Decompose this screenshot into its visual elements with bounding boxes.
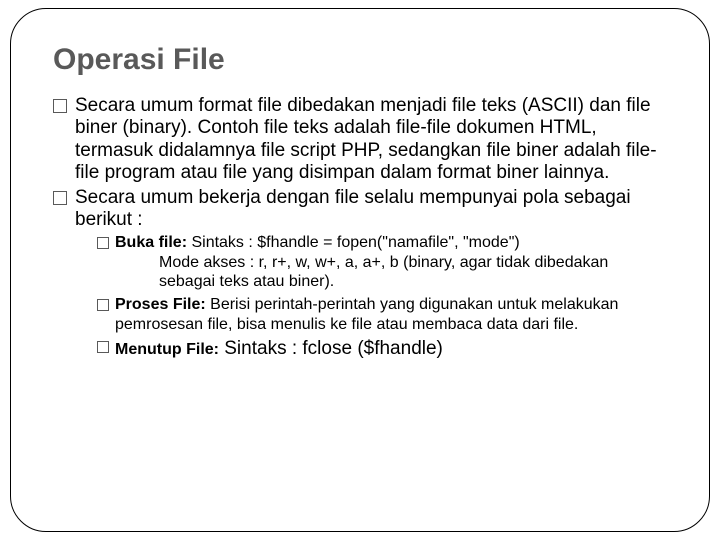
slide-title: Operasi File [53,43,667,77]
sub-item-bold: Proses File: [115,296,206,313]
sub-item: Buka file: Sintaks : $fhandle = fopen("n… [97,233,667,292]
bullet-item: Secara umum format file dibedakan menjad… [53,95,667,185]
main-bullet-list: Secara umum format file dibedakan menjad… [53,95,667,360]
sub-item: Menutup File: Sintaks : fclose ($fhandle… [97,337,667,360]
sub-item-tail: Sintaks : fclose ($fhandle) [219,338,443,359]
bullet-text: Secara umum bekerja dengan file selalu m… [75,187,631,230]
bullet-item: Secara umum bekerja dengan file selalu m… [53,187,667,361]
sub-item-indent: Mode akses : r, r+, w, w+, a, a+, b (bin… [115,253,667,292]
slide-frame: Operasi File Secara umum format file dib… [10,8,710,532]
sub-bullet-list: Buka file: Sintaks : $fhandle = fopen("n… [75,233,667,360]
sub-item: Proses File: Berisi perintah-perintah ya… [97,295,667,334]
sub-item-rest: Sintaks : $fhandle = fopen("namafile", "… [187,234,520,251]
sub-item-bold: Menutup File: [115,341,219,358]
bullet-text: Secara umum format file dibedakan menjad… [75,95,657,183]
sub-item-bold: Buka file: [115,234,187,251]
